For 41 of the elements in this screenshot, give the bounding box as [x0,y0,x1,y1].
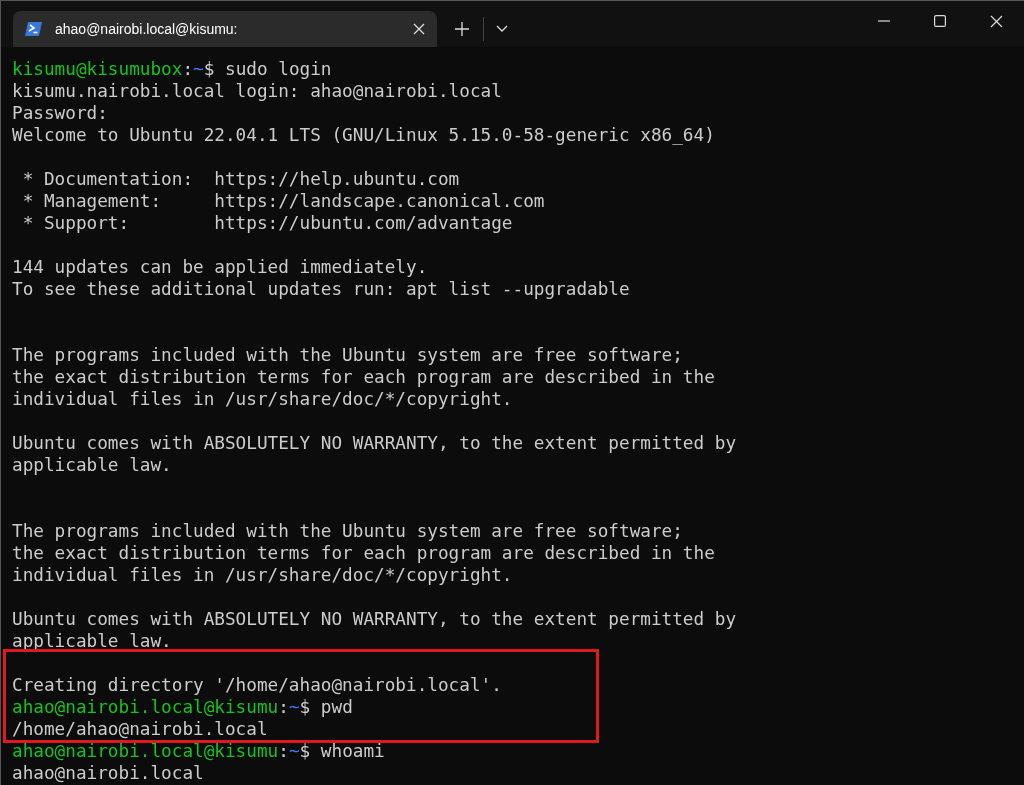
command-text: $ whoami [299,740,385,762]
prompt-path: ~ [288,740,300,762]
output-line: * Documentation: https://help.ubuntu.com [21,168,460,190]
output-line: kisumu.nairobi.local login: ahao@nairobi.local [12,80,502,102]
output-line: the exact distribution terms for each program are described in the [12,366,715,388]
output-line: To see these additional updates run: apt list --upgradable [12,278,630,300]
prompt-user-host: kisumu@kisumubox [12,58,183,80]
prompt-path: ~ [193,58,204,80]
output-line: Password: [12,102,108,124]
output-line: individual files in /usr/share/doc/*/copyright. [12,388,513,410]
output-line: applicable law. [12,454,172,476]
prompt-separator: : [278,740,289,762]
output-line: applicable law. [12,630,172,652]
output-line: the exact distribution terms for each program are described in the [12,542,715,564]
prompt-separator: : [182,58,194,80]
output-line: Welcome to Ubuntu 22.04.1 LTS (GNU/Linux 5.15.0-58-generic x86_64) [12,124,715,146]
powershell-icon [25,21,43,37]
tab-title: ahao@nairobi.local@kisumu: [55,21,239,37]
output-line: 144 updates can be applied immediately. [12,256,428,278]
output-line: Ubuntu comes with ABSOLUTELY NO WARRANTY, to the extent permitted by [12,432,737,454]
output-line: * Support: https://ubuntu.com/advantage [21,212,513,234]
close-icon[interactable] [413,23,425,35]
maximize-icon[interactable] [934,15,946,27]
output-line: Ubuntu comes with ABSOLUTELY NO WARRANTY, to the extent permitted by [12,608,737,630]
command-text: $ sudo login [203,58,332,80]
output-line: ahao@nairobi.local [12,762,204,784]
output-line: Creating directory '/home/ahao@nairobi.local'. [12,674,502,696]
output-line: * Management: https://landscape.canonical.com [21,190,545,212]
output-line: The programs included with the Ubuntu system are free software; [12,520,683,542]
prompt-user-host: ahao@nairobi.local@kisumu [12,740,279,762]
close-icon[interactable] [989,14,1003,28]
prompt-separator: : [278,696,289,718]
caret-icon[interactable] [496,25,508,33]
terminal-tab[interactable]: ahao@nairobi.local@kisumu: [13,11,437,47]
output-line: /home/ahao@nairobi.local [12,718,268,740]
command-text: $ pwd [299,696,353,718]
output-line: The programs included with the Ubuntu system are free software; [12,344,683,366]
prompt-path: ~ [288,696,300,718]
prompt-user-host: ahao@nairobi.local@kisumu [12,696,279,718]
output-line: individual files in /usr/share/doc/*/copyright. [12,564,513,586]
plus-icon[interactable] [455,22,469,36]
